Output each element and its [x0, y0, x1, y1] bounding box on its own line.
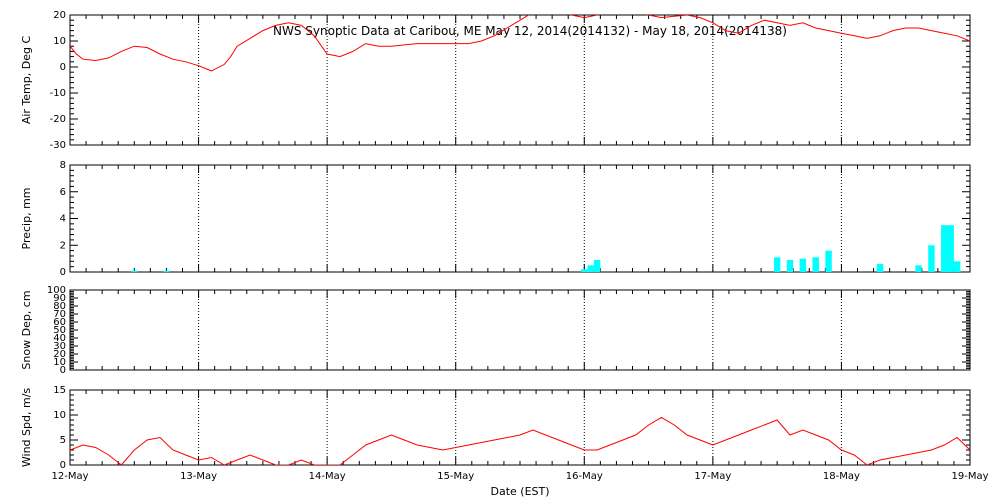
precip-y-tick-label: 0	[60, 267, 66, 278]
x-axis-label: Date (EST)	[490, 485, 549, 498]
precip-bar	[786, 259, 794, 272]
x-tick-label: 19-May	[951, 471, 988, 482]
x-tick-label: 16-May	[566, 471, 603, 482]
x-tick-label: 14-May	[309, 471, 346, 482]
x-tick-label: 17-May	[694, 471, 731, 482]
precip-y-tick-label: 6	[60, 187, 66, 198]
precip-y-tick-label: 4	[60, 214, 66, 225]
wind-speed-y-tick-label: 10	[53, 410, 66, 421]
wind-speed-panel: 0 5 10 15 Wind Spd, m/s	[20, 385, 971, 471]
panels: -30 -20 -10 0 10 20 Air Temp, Deg C 0 2 4 6 8 Precip…	[20, 10, 971, 471]
x-tick-labels: 12-May 13-May 14-May 15-May 16-May 17-May 18-M…	[51, 471, 988, 482]
snow-depth-y-tick-label: 100	[47, 285, 66, 296]
precip-bar	[593, 259, 601, 272]
x-tick-label: 18-May	[823, 471, 860, 482]
wind-speed-y-tick-label: 15	[53, 385, 66, 396]
precip-bar	[876, 263, 884, 272]
precip-bar	[773, 257, 781, 272]
wind-speed-frame	[69, 389, 971, 466]
wind-speed-y-tick-label: 0	[60, 460, 66, 471]
wind-speed-y-axis-label: Wind Spd, m/s	[20, 388, 33, 468]
precip-bar	[825, 250, 832, 272]
precip-bar	[928, 245, 935, 272]
snow-depth-y-axis-label: Snow Dep, cm	[20, 290, 33, 369]
air-temp-y-tick-label: -30	[50, 140, 66, 151]
x-tick-label: 12-May	[51, 471, 88, 482]
wind-speed-data	[70, 416, 970, 465]
wind-speed-series-line	[70, 416, 970, 465]
precip-bar	[581, 269, 588, 272]
air-temp-y-tick-label: -10	[50, 88, 66, 99]
precip-bar	[812, 257, 819, 272]
wind-speed-y-tick-label: 5	[60, 435, 66, 446]
precip-bar	[953, 261, 961, 272]
air-temp-y-tick-label: -20	[50, 114, 66, 125]
air-temp-y-tick-label: 20	[53, 10, 66, 21]
precip-bar	[947, 225, 954, 272]
snow-depth-frame	[69, 289, 971, 371]
x-tick-label: 13-May	[180, 471, 217, 482]
precip-bar	[131, 270, 138, 272]
chart: NWS Synoptic Data at Caribou, ME May 12,…	[20, 10, 989, 498]
precip-bar	[587, 265, 594, 272]
x-tick-label: 15-May	[437, 471, 474, 482]
chart-title: NWS Synoptic Data at Caribou, ME May 12,…	[273, 24, 787, 38]
snow-depth-panel: 0102030405060708090100Snow Dep, cm	[20, 285, 971, 376]
precip-bar	[163, 270, 170, 272]
precip-y-axis-label: Precip, mm	[20, 188, 33, 250]
air-temp-y-axis-label: Air Temp, Deg C	[20, 36, 33, 125]
precip-data	[131, 225, 961, 272]
precip-panel: 0 2 4 6 8 Precip, mm	[20, 160, 971, 278]
precip-bar	[799, 258, 807, 272]
precip-bar	[915, 265, 922, 272]
air-temp-y-tick-label: 0	[60, 62, 66, 73]
precip-frame	[69, 164, 971, 273]
precip-y-tick-label: 2	[60, 240, 66, 251]
air-temp-y-tick-label: 10	[53, 36, 66, 47]
precip-bar	[941, 225, 948, 272]
precip-y-tick-label: 8	[60, 160, 66, 171]
